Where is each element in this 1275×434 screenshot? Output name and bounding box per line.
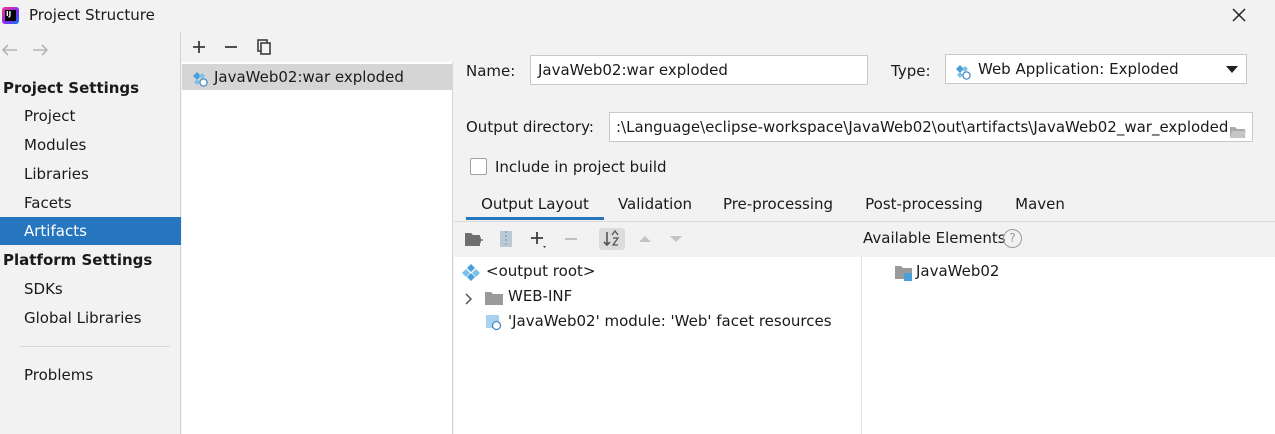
sidebar-item-global-libraries[interactable]: Global Libraries	[0, 304, 181, 332]
artifact-details-panel: Name: JavaWeb02:war exploded Type: Web A…	[454, 32, 1275, 434]
sidebar-item-facets[interactable]: Facets	[0, 189, 181, 217]
output-root-label: <output root>	[486, 262, 596, 280]
sidebar-item-modules[interactable]: Modules	[0, 131, 181, 159]
add-copy-icon[interactable]	[528, 228, 550, 250]
chevron-right-icon[interactable]	[462, 289, 476, 313]
type-combo[interactable]: Web Application: Exploded	[945, 54, 1247, 84]
tab-validation[interactable]: Validation	[612, 190, 698, 220]
web-facet-label: 'JavaWeb02' module: 'Web' facet resource…	[508, 312, 832, 330]
forward-arrow-icon[interactable]	[30, 40, 50, 60]
include-in-build-checkbox[interactable]	[470, 158, 487, 175]
new-directory-icon[interactable]	[463, 228, 485, 250]
available-elements-label: Available Elements	[863, 229, 1006, 247]
output-layout-tree: <output root> WEB-INF 'JavaWeb02' module…	[454, 257, 861, 434]
back-arrow-icon[interactable]	[0, 40, 20, 60]
web-inf-label: WEB-INF	[508, 287, 573, 305]
intellij-logo-icon	[2, 7, 19, 24]
name-label: Name:	[466, 62, 516, 80]
sidebar-divider	[20, 346, 170, 347]
web-app-icon	[955, 61, 971, 80]
output-directory-value: :\Language\eclipse-workspace\JavaWeb02\o…	[616, 118, 1229, 136]
copy-artifact-button[interactable]	[253, 37, 275, 57]
history-nav	[0, 40, 60, 60]
platform-settings-header: Platform Settings	[3, 251, 153, 269]
tab-post-processing[interactable]: Post-processing	[858, 190, 990, 220]
sidebar-item-libraries[interactable]: Libraries	[0, 160, 181, 188]
include-in-build-label: Include in project build	[495, 158, 667, 176]
tree-item-output-root[interactable]: <output root>	[462, 259, 595, 283]
artifact-name: JavaWeb02:war exploded	[214, 68, 404, 86]
list-item[interactable]: JavaWeb02:war exploded	[182, 64, 453, 90]
tab-maven[interactable]: Maven	[1008, 190, 1072, 220]
artifacts-toolbar	[182, 32, 453, 62]
web-artifact-icon	[192, 69, 208, 87]
web-facet-icon	[484, 313, 502, 338]
artifacts-list-panel: JavaWeb02:war exploded	[182, 32, 453, 434]
chevron-down-icon	[1226, 66, 1238, 73]
move-down-icon[interactable]	[665, 228, 687, 250]
output-directory-field[interactable]: :\Language\eclipse-workspace\JavaWeb02\o…	[609, 112, 1253, 142]
available-elements-tree: JavaWeb02	[862, 257, 1275, 434]
close-icon[interactable]	[1228, 6, 1250, 26]
add-artifact-button[interactable]	[188, 37, 210, 57]
type-label: Type:	[891, 62, 931, 80]
help-icon[interactable]: ?	[1003, 229, 1022, 248]
sidebar-item-artifacts[interactable]: Artifacts	[0, 217, 181, 245]
module-folder-icon	[894, 264, 914, 289]
name-field[interactable]: JavaWeb02:war exploded	[530, 55, 868, 85]
tree-item-available-module[interactable]: JavaWeb02	[894, 259, 999, 283]
browse-folder-icon[interactable]	[1229, 120, 1247, 138]
remove-element-icon[interactable]	[560, 228, 582, 250]
sidebar-item-problems[interactable]: Problems	[0, 361, 181, 389]
sidebar-item-sdks[interactable]: SDKs	[0, 275, 181, 303]
window-title: Project Structure	[29, 6, 155, 24]
remove-artifact-button[interactable]	[220, 37, 242, 57]
output-directory-label: Output directory:	[466, 118, 594, 136]
settings-sidebar: Project Settings Project Modules Librari…	[0, 32, 181, 434]
tab-output-layout[interactable]: Output Layout	[466, 190, 604, 220]
type-value: Web Application: Exploded	[978, 60, 1179, 78]
create-archive-icon[interactable]	[495, 228, 517, 250]
available-module-label: JavaWeb02	[916, 262, 1000, 280]
sort-elements-icon[interactable]	[599, 228, 625, 250]
project-settings-header: Project Settings	[3, 79, 140, 97]
move-up-icon[interactable]	[634, 228, 656, 250]
tree-item-web-facet-resources[interactable]: 'JavaWeb02' module: 'Web' facet resource…	[484, 309, 832, 333]
title-bar: Project Structure	[0, 0, 1275, 32]
tree-item-web-inf[interactable]: WEB-INF	[462, 284, 572, 308]
tab-pre-processing[interactable]: Pre-processing	[716, 190, 840, 220]
sidebar-item-project[interactable]: Project	[0, 102, 181, 130]
